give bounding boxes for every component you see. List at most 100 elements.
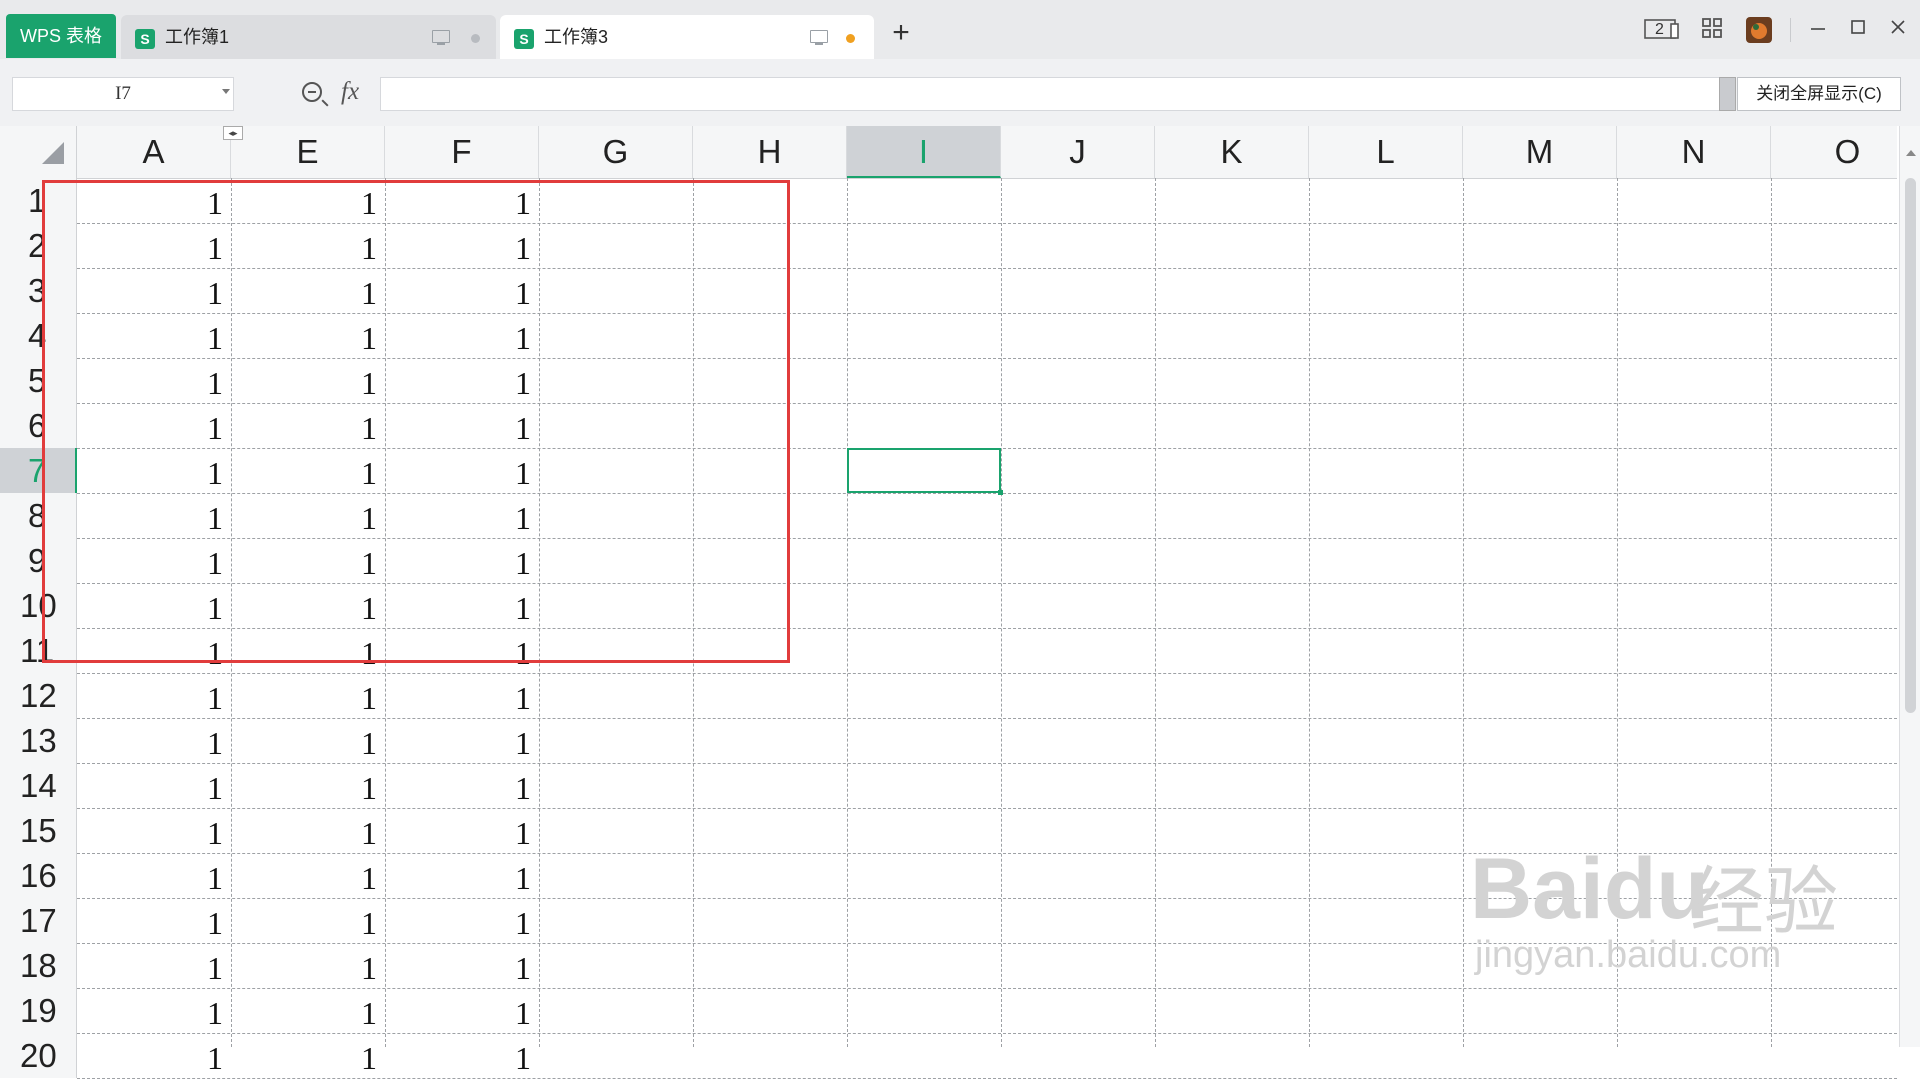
cell-f13[interactable]: 1 xyxy=(385,724,531,763)
cell-a12[interactable]: 1 xyxy=(77,679,223,718)
cell-f19[interactable]: 1 xyxy=(385,994,531,1033)
monitor-icon[interactable] xyxy=(810,30,828,45)
cell-f4[interactable]: 1 xyxy=(385,319,531,358)
cell-f8[interactable]: 1 xyxy=(385,499,531,538)
column-header-n[interactable]: N xyxy=(1617,126,1771,178)
cell-a2[interactable]: 1 xyxy=(77,229,223,268)
cell-a13[interactable]: 1 xyxy=(77,724,223,763)
column-header-f[interactable]: F xyxy=(385,126,539,178)
close-icon[interactable] xyxy=(1886,17,1910,43)
column-header-e[interactable]: E xyxy=(231,126,385,178)
cell-a19[interactable]: 1 xyxy=(77,994,223,1033)
cell-f5[interactable]: 1 xyxy=(385,364,531,403)
row-header-13[interactable]: 13 xyxy=(0,718,77,763)
cell-a1[interactable]: 1 xyxy=(77,184,223,223)
cell-e2[interactable]: 1 xyxy=(231,229,377,268)
row-header-10[interactable]: 10 xyxy=(0,583,77,628)
cell-f1[interactable]: 1 xyxy=(385,184,531,223)
column-header-j[interactable]: J xyxy=(1001,126,1155,178)
column-header-h[interactable]: H xyxy=(693,126,847,178)
row-header-2[interactable]: 2 xyxy=(0,223,77,268)
maximize-icon[interactable] xyxy=(1846,17,1870,43)
cell-a17[interactable]: 1 xyxy=(77,904,223,943)
user-avatar[interactable] xyxy=(1746,17,1772,43)
row-header-3[interactable]: 3 xyxy=(0,268,77,313)
cell-e11[interactable]: 1 xyxy=(231,634,377,673)
cell-f2[interactable]: 1 xyxy=(385,229,531,268)
row-header-15[interactable]: 15 xyxy=(0,808,77,853)
zoom-icon[interactable] xyxy=(302,82,322,102)
grid-apps-icon[interactable] xyxy=(1700,17,1724,43)
cell-e18[interactable]: 1 xyxy=(231,949,377,988)
cell-f7[interactable]: 1 xyxy=(385,454,531,493)
cell-e15[interactable]: 1 xyxy=(231,814,377,853)
column-resize-icon[interactable]: ◂▸ xyxy=(223,126,243,140)
select-all-corner[interactable] xyxy=(0,126,77,178)
row-header-1[interactable]: 1 xyxy=(0,178,77,223)
cell-f12[interactable]: 1 xyxy=(385,679,531,718)
cell-e1[interactable]: 1 xyxy=(231,184,377,223)
cell-e7[interactable]: 1 xyxy=(231,454,377,493)
cell-a4[interactable]: 1 xyxy=(77,319,223,358)
cell-a6[interactable]: 1 xyxy=(77,409,223,448)
row-header-5[interactable]: 5 xyxy=(0,358,77,403)
spreadsheet-grid[interactable]: AEFGHIJKLMNO 1 2 3 4 5 6 7 8 9 10 11 12 13 14 15 16 17 18… xyxy=(0,126,1920,1079)
cell-a3[interactable]: 1 xyxy=(77,274,223,313)
cell-a7[interactable]: 1 xyxy=(77,454,223,493)
column-header-o[interactable]: O xyxy=(1771,126,1920,178)
cell-e5[interactable]: 1 xyxy=(231,364,377,403)
column-header-a[interactable]: A xyxy=(77,126,231,178)
cell-e13[interactable]: 1 xyxy=(231,724,377,763)
cell-e16[interactable]: 1 xyxy=(231,859,377,898)
scroll-up-icon[interactable] xyxy=(1906,150,1916,156)
cell-a9[interactable]: 1 xyxy=(77,544,223,583)
tab-workbook1[interactable]: S 工作簿1 xyxy=(121,15,496,59)
cell-a15[interactable]: 1 xyxy=(77,814,223,853)
chevron-down-icon[interactable] xyxy=(222,89,230,94)
function-icon[interactable]: fx xyxy=(341,78,359,106)
cell-f10[interactable]: 1 xyxy=(385,589,531,628)
cell-a10[interactable]: 1 xyxy=(77,589,223,628)
new-tab-button[interactable]: + xyxy=(886,18,916,48)
cell-a18[interactable]: 1 xyxy=(77,949,223,988)
cell-e14[interactable]: 1 xyxy=(231,769,377,808)
cell-f15[interactable]: 1 xyxy=(385,814,531,853)
row-header-18[interactable]: 18 xyxy=(0,943,77,988)
cell-f18[interactable]: 1 xyxy=(385,949,531,988)
column-header-l[interactable]: L xyxy=(1309,126,1463,178)
cell-e3[interactable]: 1 xyxy=(231,274,377,313)
cell-a20[interactable]: 1 xyxy=(77,1039,223,1078)
cell-f3[interactable]: 1 xyxy=(385,274,531,313)
cell-e10[interactable]: 1 xyxy=(231,589,377,628)
minimize-icon[interactable] xyxy=(1806,17,1830,43)
column-header-m[interactable]: M xyxy=(1463,126,1617,178)
row-header-12[interactable]: 12 xyxy=(0,673,77,718)
cell-f14[interactable]: 1 xyxy=(385,769,531,808)
row-header-4[interactable]: 4 xyxy=(0,313,77,358)
row-header-20[interactable]: 20 xyxy=(0,1033,77,1078)
column-header-g[interactable]: G xyxy=(539,126,693,178)
row-header-19[interactable]: 19 xyxy=(0,988,77,1033)
cell-e4[interactable]: 1 xyxy=(231,319,377,358)
close-fullscreen-button[interactable]: 关闭全屏显示(C) xyxy=(1737,77,1901,111)
monitor-icon[interactable] xyxy=(432,30,450,45)
cell-f11[interactable]: 1 xyxy=(385,634,531,673)
cell-a14[interactable]: 1 xyxy=(77,769,223,808)
cell-f20[interactable]: 1 xyxy=(385,1039,531,1078)
cell-f9[interactable]: 1 xyxy=(385,544,531,583)
tab-workbook3[interactable]: S 工作簿3 xyxy=(500,15,874,59)
name-box[interactable]: I7 xyxy=(12,77,234,111)
page-layout-icon[interactable]: 2 xyxy=(1644,17,1680,43)
vertical-scrollbar[interactable] xyxy=(1899,126,1920,1047)
cell-e9[interactable]: 1 xyxy=(231,544,377,583)
cell-a8[interactable]: 1 xyxy=(77,499,223,538)
cell-e6[interactable]: 1 xyxy=(231,409,377,448)
cell-e8[interactable]: 1 xyxy=(231,499,377,538)
cell-a5[interactable]: 1 xyxy=(77,364,223,403)
cell-e12[interactable]: 1 xyxy=(231,679,377,718)
cell-f17[interactable]: 1 xyxy=(385,904,531,943)
column-header-k[interactable]: K xyxy=(1155,126,1309,178)
row-header-6[interactable]: 6 xyxy=(0,403,77,448)
row-header-14[interactable]: 14 xyxy=(0,763,77,808)
scrollbar-thumb[interactable] xyxy=(1905,178,1916,713)
